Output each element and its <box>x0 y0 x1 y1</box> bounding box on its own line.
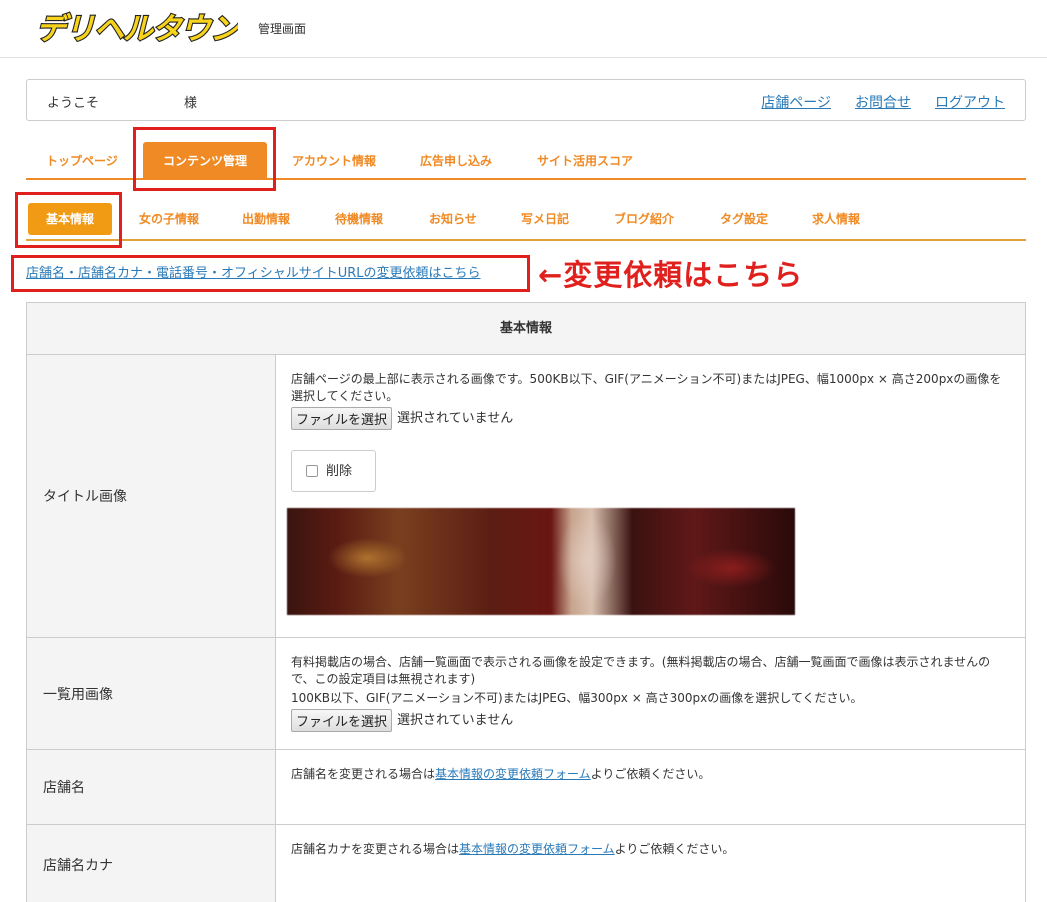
row-body: 有料掲載店の場合、店舗一覧画面で表示される画像を設定できます。(無料掲載店の場合… <box>276 638 1025 749</box>
header: デリヘルタウン 管理画面 <box>0 0 1047 58</box>
basic-info-table: 基本情報 タイトル画像 店舗ページの最上部に表示される画像です。500KB以下、… <box>26 302 1026 902</box>
subtab-attendance[interactable]: 出勤情報 <box>242 203 290 235</box>
file-select-button[interactable]: ファイルを選択 <box>291 407 393 430</box>
subtab-photo-diary[interactable]: 写メ日記 <box>521 203 569 235</box>
delete-option[interactable]: 削除 <box>291 450 376 492</box>
row-label: 店舗名カナ <box>27 825 276 902</box>
delete-checkbox[interactable] <box>306 465 318 477</box>
subtab-standby[interactable]: 待機情報 <box>335 203 383 235</box>
subtab-news[interactable]: お知らせ <box>429 203 477 235</box>
file-input: ファイルを選択 選択されていません <box>291 709 1011 732</box>
change-form-link[interactable]: 基本情報の変更依頼フォーム <box>459 842 615 856</box>
file-input: ファイルを選択 選択されていません <box>291 407 1011 430</box>
title-image-preview <box>287 508 795 615</box>
row-label: タイトル画像 <box>27 355 276 637</box>
subtab-girls-info[interactable]: 女の子情報 <box>139 203 199 235</box>
row-body: 店舗名カナを変更される場合は基本情報の変更依頼フォームよりご依頼ください。 <box>276 825 1025 902</box>
change-form-link[interactable]: 基本情報の変更依頼フォーム <box>435 767 591 781</box>
sub-tabs: 基本情報 女の子情報 出勤情報 待機情報 お知らせ 写メ日記 ブログ紹介 タグ設… <box>26 195 1026 241</box>
highlight-box-sub-tab <box>15 192 122 248</box>
row-description: 100KB以下、GIF(アニメーション不可)またはJPEG、幅300px × 高… <box>291 691 863 705</box>
table-row: タイトル画像 店舗ページの最上部に表示される画像です。500KB以下、GIF(ア… <box>27 355 1025 638</box>
tab-account-info[interactable]: アカウント情報 <box>292 142 376 180</box>
tab-top-page[interactable]: トップページ <box>46 142 118 180</box>
highlight-box-link <box>11 255 530 292</box>
tab-ad-application[interactable]: 広告申し込み <box>420 142 492 180</box>
table-row: 店舗名 店舗名を変更される場合は基本情報の変更依頼フォームよりご依頼ください。 <box>27 750 1025 825</box>
row-description: 有料掲載店の場合、店舗一覧画面で表示される画像を設定できます。(無料掲載店の場合… <box>291 655 991 686</box>
table-header: 基本情報 <box>27 303 1025 355</box>
table-row: 店舗名カナ 店舗名カナを変更される場合は基本情報の変更依頼フォームよりご依頼くだ… <box>27 825 1025 902</box>
row-text: 店舗名カナを変更される場合は <box>291 842 460 856</box>
tab-site-score[interactable]: サイト活用スコア <box>537 142 633 180</box>
logout-link[interactable]: ログアウト <box>935 92 1005 112</box>
welcome-suffix: 様 <box>184 96 198 111</box>
annotation-text: ←変更依頼はこちら <box>538 258 804 292</box>
subtab-blog[interactable]: ブログ紹介 <box>614 203 674 235</box>
shop-page-link[interactable]: 店舗ページ <box>761 92 831 112</box>
table-row: 一覧用画像 有料掲載店の場合、店舗一覧画面で表示される画像を設定できます。(無料… <box>27 638 1025 750</box>
row-body: 店舗名を変更される場合は基本情報の変更依頼フォームよりご依頼ください。 <box>276 750 1025 824</box>
row-label: 一覧用画像 <box>27 638 276 749</box>
logo-text: デリヘルタウン <box>36 12 238 47</box>
contact-link[interactable]: お問合せ <box>855 92 911 112</box>
delete-label: 削除 <box>326 463 353 479</box>
highlight-box-main-tab <box>133 127 276 191</box>
row-label: 店舗名 <box>27 750 276 824</box>
row-text: よりご依頼ください。 <box>590 767 711 781</box>
welcome-greeting: ようこそ <box>47 96 100 111</box>
file-select-button[interactable]: ファイルを選択 <box>291 709 393 732</box>
row-description: 店舗ページの最上部に表示される画像です。500KB以下、GIF(アニメーション不… <box>291 372 1002 403</box>
file-status: 選択されていません <box>397 411 514 426</box>
row-text: 店舗名を変更される場合は <box>291 767 436 781</box>
welcome-bar: ようこそ 様 店舗ページ お問合せ ログアウト <box>26 79 1026 121</box>
row-text: よりご依頼ください。 <box>614 842 735 856</box>
header-links: 店舗ページ お問合せ ログアウト <box>761 92 1005 112</box>
subtab-tags[interactable]: タグ設定 <box>720 203 768 235</box>
row-body: 店舗ページの最上部に表示される画像です。500KB以下、GIF(アニメーション不… <box>276 355 1025 637</box>
file-status: 選択されていません <box>397 713 514 728</box>
header-title: 管理画面 <box>258 22 307 36</box>
site-logo[interactable]: デリヘルタウン <box>32 8 238 48</box>
subtab-recruit[interactable]: 求人情報 <box>812 203 860 235</box>
